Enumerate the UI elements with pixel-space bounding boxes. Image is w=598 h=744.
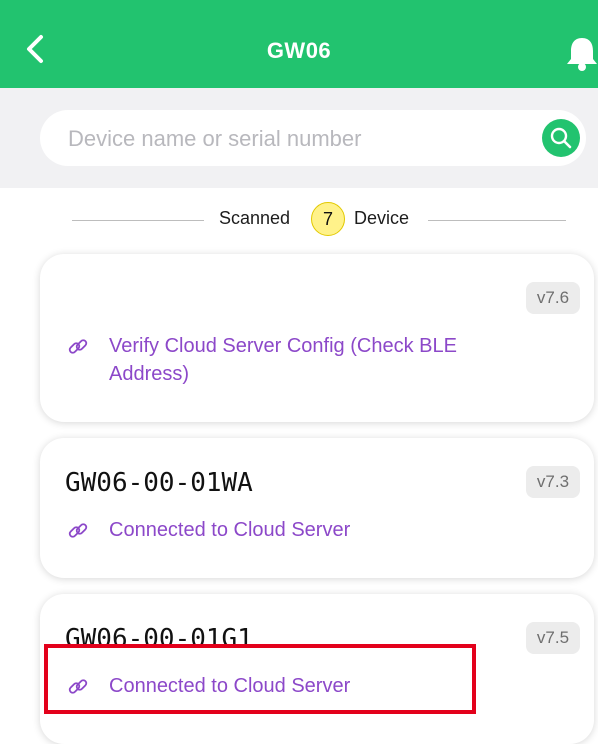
scan-summary: Scanned 7 Device — [0, 196, 598, 246]
link-icon — [68, 523, 88, 538]
version-badge: v7.6 — [526, 282, 580, 314]
device-count-badge: 7 — [311, 202, 345, 236]
status-text: Verify Cloud Server Config (Check BLE Ad… — [109, 335, 457, 385]
device-card[interactable]: GW06-00-01WA v7.3 Connected to Cloud Ser… — [40, 438, 594, 578]
search-icon — [550, 127, 572, 149]
bell-icon[interactable] — [565, 34, 598, 72]
device-card[interactable]: v7.6 Verify Cloud Server Config (Check B… — [40, 254, 594, 422]
version-badge: v7.5 — [526, 622, 580, 654]
device-name: GW06-00-01WA — [65, 468, 253, 498]
page-title: GW06 — [266, 38, 332, 63]
version-badge: v7.3 — [526, 466, 580, 498]
link-icon — [68, 339, 88, 354]
search-bar-area — [0, 88, 598, 188]
status-text: Connected to Cloud Server — [109, 519, 351, 541]
divider-line-left — [72, 220, 204, 221]
highlight-annotation — [44, 644, 476, 714]
search-button[interactable] — [542, 119, 580, 157]
search-input[interactable] — [66, 110, 510, 168]
divider-line-right — [428, 220, 566, 221]
scan-prefix: Scanned — [219, 208, 291, 228]
app-header: GW06 — [0, 0, 598, 88]
scan-suffix: Device — [354, 208, 410, 228]
search-box — [40, 110, 586, 168]
